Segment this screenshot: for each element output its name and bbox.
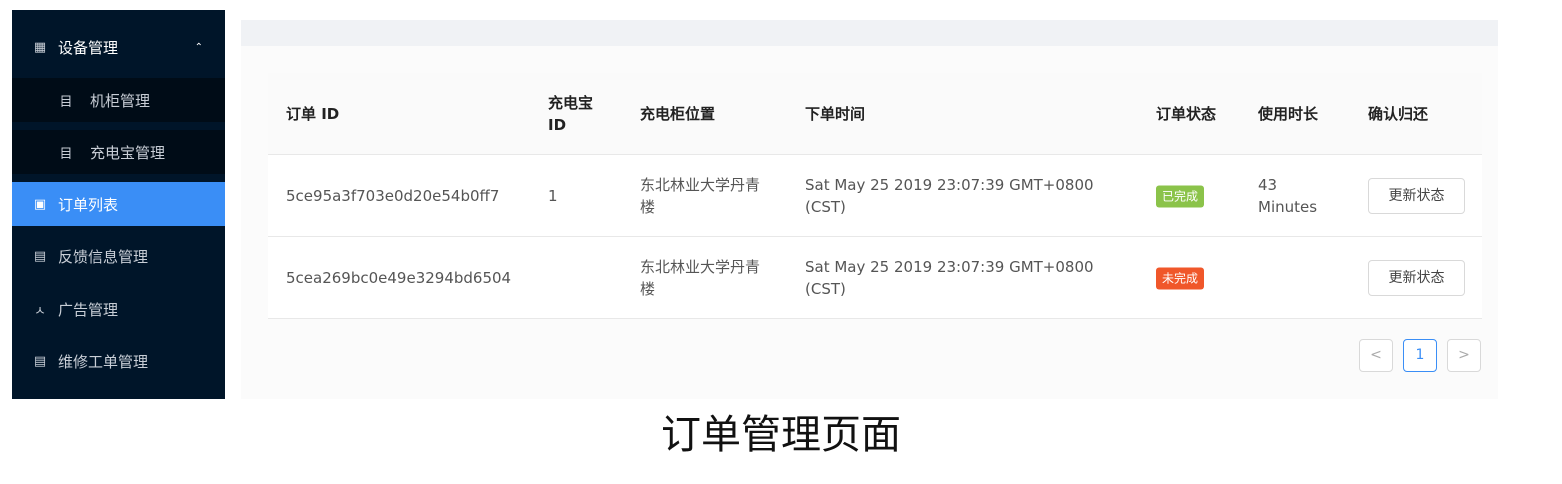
sidebar-item-label: 反馈信息管理	[58, 247, 149, 266]
update-status-button[interactable]: 更新状态	[1368, 177, 1465, 214]
column-header-duration: 使用时长	[1258, 104, 1319, 123]
ad-icon: ㅅ	[34, 303, 46, 319]
column-header-confirm-return: 确认归还	[1368, 104, 1429, 123]
powerbank-icon: 目	[59, 146, 73, 162]
chevron-right-icon: >	[1458, 347, 1470, 363]
grid-icon: ▦	[33, 39, 47, 55]
table-row: 5ce95a3f703e0d20e54b0ff7 1 东北林业大学丹青楼 Sat…	[268, 155, 1482, 237]
sidebar-item-repair-order-management[interactable]: ▤ 维修工单管理	[12, 339, 225, 383]
sidebar-item-label: 维修工单管理	[58, 352, 149, 371]
column-header-order-id: 订单 ID	[286, 104, 340, 123]
sidebar-item-label: 充电宝管理	[90, 143, 166, 162]
order-id-cell: 5ce95a3f703e0d20e54b0ff7	[286, 186, 500, 205]
column-header-order-time: 下单时间	[805, 104, 866, 123]
sidebar-item-label: 机柜管理	[90, 91, 151, 110]
sidebar-item-label: 设备管理	[58, 38, 119, 57]
sidebar-item-powerbank-management[interactable]: 目 充电宝管理	[12, 130, 225, 174]
order-list-icon: ▣	[33, 196, 47, 212]
pagination-prev-button[interactable]: <	[1359, 339, 1393, 372]
table-header: 订单 ID 充电宝 ID 充电柜位置 下单时间 订单状态 使用时长 确认归还	[268, 73, 1482, 155]
sidebar-item-ad-management[interactable]: ㅅ 广告管理	[12, 287, 225, 331]
repair-icon: ▤	[33, 353, 47, 369]
table-row: 5cea269bc0e49e3294bd6504 东北林业大学丹青楼 Sat M…	[268, 237, 1482, 319]
page-number: 1	[1415, 347, 1425, 363]
sidebar: ▦ 设备管理 ⌃ 目 机柜管理 目 充电宝管理 ▣ 订单列表 ▤ 反馈信息管理 …	[12, 10, 225, 399]
feedback-icon: ▤	[33, 248, 47, 264]
chevron-up-icon[interactable]: ⌃	[195, 42, 203, 53]
chevron-left-icon: <	[1370, 347, 1382, 363]
order-id-cell: 5cea269bc0e49e3294bd6504	[286, 268, 512, 287]
pagination-page-1[interactable]: 1	[1403, 339, 1437, 372]
location-cell: 东北林业大学丹青楼	[640, 175, 761, 216]
order-time-cell: Sat May 25 2019 23:07:39 GMT+0800 (CST)	[805, 257, 1094, 298]
status-badge: 已完成	[1156, 185, 1205, 207]
sidebar-item-label: 广告管理	[58, 300, 119, 319]
column-header-powerbank-id: 充电宝 ID	[548, 93, 594, 134]
duration-cell: 43 Minutes	[1258, 175, 1318, 216]
status-cell: 未完成	[1156, 266, 1236, 289]
pagination-next-button[interactable]: >	[1447, 339, 1481, 372]
status-cell: 已完成	[1156, 184, 1236, 207]
sidebar-item-order-list[interactable]: ▣ 订单列表	[12, 182, 225, 226]
order-time-cell: Sat May 25 2019 23:07:39 GMT+0800 (CST)	[805, 175, 1094, 216]
header-bar	[241, 20, 1498, 46]
sidebar-group-device-management[interactable]: ▦ 设备管理 ⌃	[12, 25, 225, 69]
column-header-location: 充电柜位置	[640, 104, 716, 123]
powerbank-id-cell: 1	[548, 186, 558, 205]
status-badge: 未完成	[1156, 267, 1205, 289]
sidebar-item-label: 订单列表	[58, 195, 119, 214]
update-status-button[interactable]: 更新状态	[1368, 259, 1465, 296]
sidebar-item-cabinet-management[interactable]: 目 机柜管理	[12, 78, 225, 122]
column-header-status: 订单状态	[1156, 104, 1217, 123]
location-cell: 东北林业大学丹青楼	[640, 257, 761, 298]
figure-caption: 订单管理页面	[661, 412, 901, 458]
sidebar-item-feedback-management[interactable]: ▤ 反馈信息管理	[12, 234, 225, 278]
cabinet-icon: 目	[59, 94, 73, 110]
